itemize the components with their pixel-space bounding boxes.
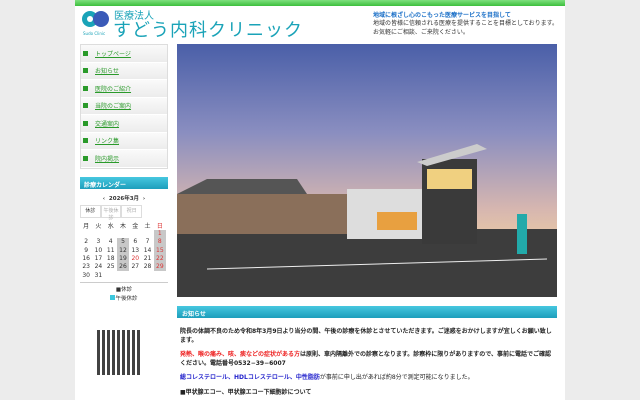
calendar-day[interactable]: 10: [92, 246, 104, 254]
calendar-day[interactable]: 18: [105, 254, 117, 262]
calendar-grid: 月火水木金土日 1 2 3 4 5 6 7 8 9 10 11 12 13 14 15 16 17 18 19 20 21…: [80, 221, 166, 280]
calendar-day[interactable]: 22: [153, 254, 166, 263]
calendar-day[interactable]: 29: [153, 262, 166, 271]
calendar-day[interactable]: 20: [129, 254, 141, 262]
menu-item[interactable]: トップページ: [81, 45, 167, 63]
calendar-day[interactable]: 8: [153, 237, 166, 247]
menu-item[interactable]: お知らせ: [81, 62, 167, 80]
calendar-day[interactable]: 15: [153, 246, 166, 255]
tagline-line: 地域の皆様に信頼される医療を提供することを目標としております。: [373, 20, 559, 27]
calendar-day[interactable]: 26: [116, 262, 130, 271]
bullet-icon: [83, 68, 88, 74]
calendar-day: [105, 271, 117, 279]
weekday: 日: [156, 222, 163, 230]
bullet-icon: [83, 120, 88, 126]
bullet-icon: [83, 155, 88, 161]
top-bar: [75, 0, 565, 6]
calendar-day[interactable]: 9: [80, 246, 92, 254]
calendar-day[interactable]: 5: [116, 237, 130, 247]
tagline-line: お気軽にご相談、ご来院ください。: [373, 29, 469, 36]
calendar-month: ‹ 2026年3月 ›: [80, 194, 168, 202]
notice-text: 院長の体調不良のため令和8年3月9日より当分の間、午後の診療を休診とさせていただ…: [180, 328, 552, 344]
calendar-day[interactable]: 23: [80, 263, 92, 271]
week-row: 23 24 25 26 27 28 29: [80, 262, 166, 271]
calendar-day: [129, 271, 141, 279]
week-row: 2345678: [80, 237, 166, 247]
calendar-day: [92, 230, 104, 238]
calendar-day[interactable]: 30: [80, 271, 92, 279]
calendar-day[interactable]: 4: [105, 238, 117, 246]
calendar-day: [141, 230, 153, 238]
calendar-day[interactable]: 14: [141, 246, 153, 254]
calendar-day[interactable]: 25: [105, 263, 117, 271]
calendar-day: [141, 271, 153, 279]
notice-text: 総コレステロール、HDLコレステロール、中性脂肪が事前に申し出があれば約8分で測…: [180, 374, 474, 381]
weekday: 月: [83, 222, 90, 230]
calendar-day: [117, 230, 129, 238]
bullet-icon: [83, 103, 88, 109]
calendar-day[interactable]: 27: [129, 263, 141, 271]
calendar-day[interactable]: 6: [129, 238, 141, 246]
calendar-day[interactable]: 3: [92, 238, 104, 246]
week-row: 30 31: [80, 271, 166, 279]
qr-code: [97, 330, 142, 375]
month-label: 2026年3月: [108, 195, 140, 202]
calendar-day[interactable]: 13: [129, 246, 141, 254]
calendar-day[interactable]: 24: [92, 263, 104, 271]
weekday: 火: [95, 222, 102, 230]
legend-afternoon: 午後休診: [80, 295, 168, 304]
weekday: 土: [144, 222, 151, 230]
calendar-day: [129, 230, 141, 238]
calendar-day[interactable]: 16: [80, 254, 92, 262]
calendar-heading: 診療カレンダー: [80, 176, 168, 189]
calendar-day[interactable]: 28: [141, 263, 153, 271]
page: Sudo Clinic 医療法人 すどう内科クリニック 地域に根ざし心のこもった…: [75, 0, 565, 400]
week-row: 1: [80, 229, 166, 238]
clinic-name[interactable]: すどう内科クリニック: [113, 16, 303, 42]
tab-holiday[interactable]: 祝日: [121, 204, 143, 218]
side-menu: トップページ お知らせ 医院のご紹介 当院のご案内 交通案内 リンク集 院内掲示: [80, 44, 168, 169]
calendar-day[interactable]: 12: [116, 246, 130, 255]
calendar-day[interactable]: 31: [92, 271, 104, 279]
clinic-logo[interactable]: Sudo Clinic: [81, 8, 111, 36]
weekday: 木: [119, 222, 126, 230]
prev-month-button[interactable]: ‹: [103, 196, 105, 202]
next-month-button[interactable]: ›: [143, 196, 145, 202]
clinic-building-photo: [177, 44, 557, 297]
calendar-day: [80, 230, 92, 238]
calendar-day[interactable]: 19: [116, 254, 130, 263]
calendar-day[interactable]: 7: [141, 238, 153, 246]
notice-text: ■甲状腺エコー、甲状腺エコー下細胞診について: [180, 389, 312, 396]
menu-item[interactable]: リンク集: [81, 132, 167, 150]
calendar-tabs: 休診 午後休診 祝日: [80, 204, 143, 221]
sidebar: トップページ お知らせ 医院のご紹介 当院のご案内 交通案内 リンク集 院内掲示 診療カレン…: [80, 44, 168, 304]
bullet-icon: [83, 85, 88, 91]
calendar-day[interactable]: 21: [141, 254, 153, 262]
calendar-day: [154, 271, 166, 279]
calendar-day: [105, 230, 117, 238]
weekday: 水: [107, 222, 114, 230]
tab-afternoon-closed[interactable]: 午後休診: [100, 204, 122, 221]
menu-item[interactable]: 交通案内: [81, 115, 167, 133]
menu-item[interactable]: 医院のご紹介: [81, 80, 167, 98]
calendar-day[interactable]: 1: [153, 229, 166, 238]
week-row: 9 10 11 12 13 14 15: [80, 246, 166, 255]
legend-closed: ■休診: [115, 287, 133, 294]
bullet-icon: [83, 138, 88, 144]
week-row: 16 17 18 19 20 21 22: [80, 254, 166, 263]
weekday: 金: [132, 222, 139, 230]
svg-text:Sudo Clinic: Sudo Clinic: [83, 31, 105, 36]
calendar-day[interactable]: 17: [92, 254, 104, 262]
menu-item[interactable]: 当院のご案内: [81, 97, 167, 115]
weekday-row: 月火水木金土日: [80, 221, 166, 230]
calendar-day[interactable]: 2: [80, 238, 92, 246]
notice-heading: お知らせ: [177, 306, 557, 318]
bullet-icon: [83, 50, 88, 56]
tab-closed[interactable]: 休診: [80, 204, 101, 218]
calendar-day[interactable]: 11: [105, 246, 117, 254]
menu-item[interactable]: 院内掲示: [81, 150, 167, 168]
calendar-day: [117, 271, 129, 279]
calendar-legend: ■休診 午後休診: [80, 282, 168, 304]
notice-text: 発熱、喉の痛み、咳、痰などの症状がある方は原則、車内隔離外での診察となります。診…: [180, 351, 551, 367]
